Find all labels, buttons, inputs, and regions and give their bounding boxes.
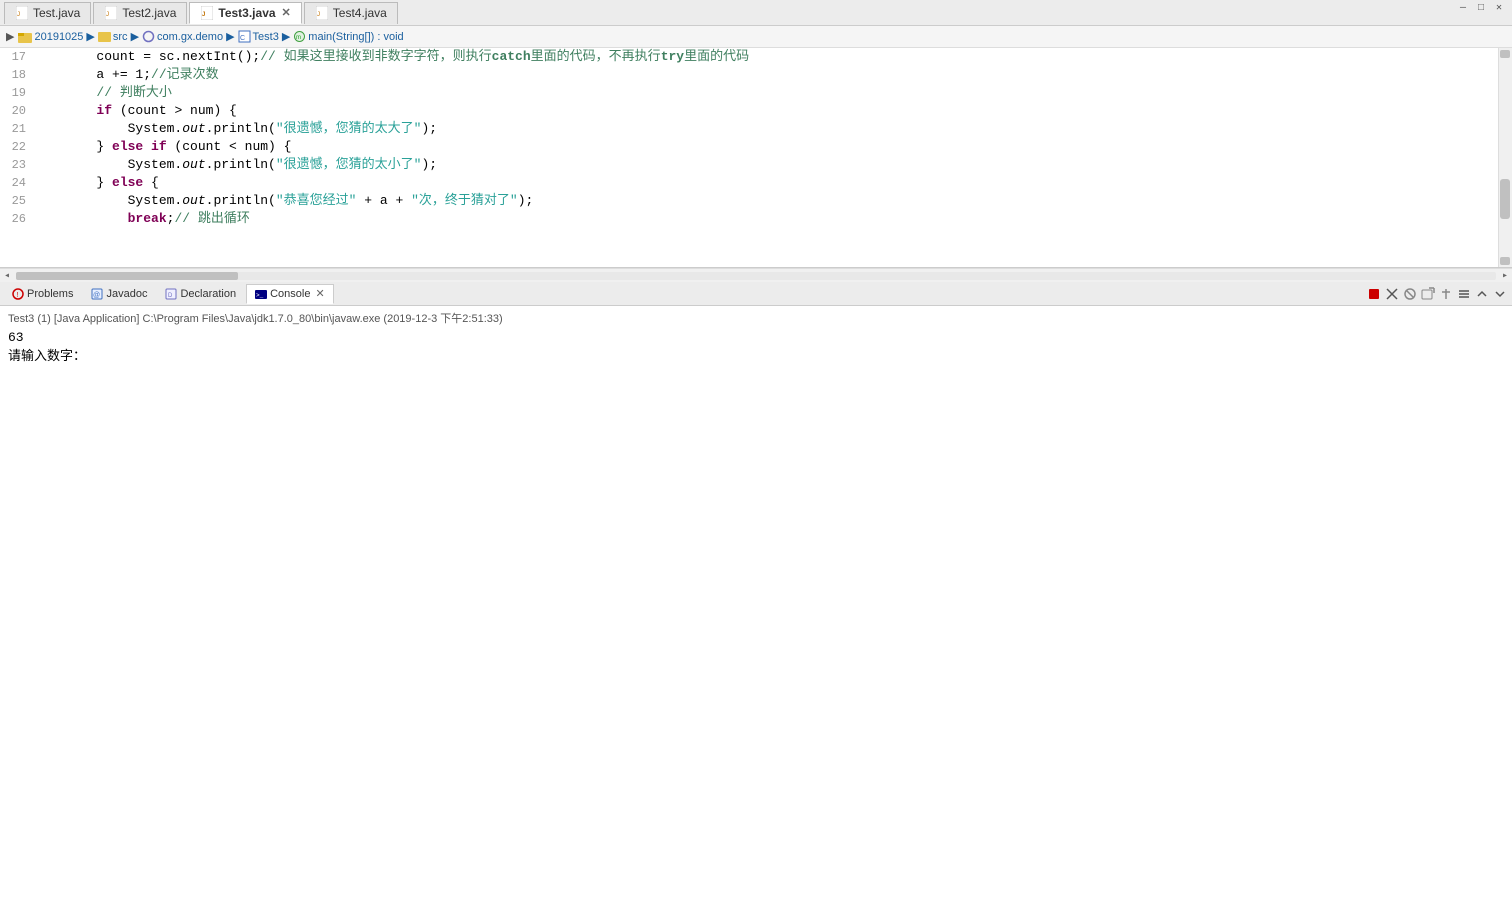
breadcrumb: ▶ 20191025 ▶ src ▶ com.gx.demo ▶ C Test3… (0, 26, 1512, 48)
javadoc-icon: @ (91, 288, 103, 300)
code-line-17: 17 count = sc.nextInt();// 如果这里接收到非数字字符，… (0, 48, 1498, 66)
editor-scroll[interactable]: 17 count = sc.nextInt();// 如果这里接收到非数字字符，… (0, 48, 1498, 267)
stop-button[interactable] (1366, 286, 1382, 302)
svg-text:>_: >_ (256, 292, 264, 299)
breadcrumb-sep-2: ▶ (131, 30, 139, 43)
breadcrumb-sep-3: ▶ (226, 30, 234, 43)
breadcrumb-item-2[interactable]: com.gx.demo (142, 30, 223, 43)
tab-test4-label: Test4.java (333, 6, 387, 20)
window-controls: — □ ✕ (1456, 2, 1506, 14)
tab-test3-close[interactable]: ✕ (282, 6, 291, 19)
console-toolbar (1366, 286, 1512, 302)
problems-icon: ! (12, 288, 24, 300)
h-scroll-track[interactable] (16, 272, 1496, 280)
tab-test4[interactable]: J Test4.java (304, 2, 398, 24)
code-line-23: 23 System.out.println("很遗憾，您猜的太小了"); (0, 156, 1498, 174)
scroll-right-btn[interactable]: ▸ (1498, 269, 1512, 283)
editor-vertical-scrollbar[interactable] (1498, 48, 1512, 267)
tab-test2-label: Test2.java (122, 6, 176, 20)
bottom-tab-console-close[interactable]: ✕ (315, 287, 324, 300)
bottom-tab-bar: ! Problems @ Javadoc D Declaration >_ (0, 282, 1512, 306)
code-line-19: 19 // 判断大小 (0, 84, 1498, 102)
scrollbar-thumb[interactable] (1500, 179, 1510, 219)
svg-text:!: ! (17, 292, 19, 299)
code-line-20: 20 if (count > num) { (0, 102, 1498, 120)
folder-icon (18, 30, 32, 44)
bottom-tab-console[interactable]: >_ Console ✕ (246, 284, 334, 304)
class-icon: C (238, 30, 251, 43)
breadcrumb-item-3[interactable]: C Test3 (238, 30, 279, 43)
declaration-icon: D (165, 288, 177, 300)
editor-tab-bar: J Test.java J Test2.java J Test3.java (0, 0, 1512, 26)
code-line-22: 22 } else if (count < num) { (0, 138, 1498, 156)
svg-text:J: J (106, 12, 109, 18)
tab-test3[interactable]: J Test3.java ✕ (189, 2, 301, 24)
code-line-21: 21 System.out.println("很遗憾，您猜的太大了"); (0, 120, 1498, 138)
code-line-25: 25 System.out.println("恭喜您经过" + a + "次，终… (0, 192, 1498, 210)
console-content: Test3 (1) [Java Application] C:\Program … (0, 306, 1512, 915)
scroll-left-btn[interactable]: ◂ (0, 269, 14, 283)
svg-text:J: J (317, 12, 320, 18)
code-line-18: 18 a += 1;//记录次数 (0, 66, 1498, 84)
maximize-panel-button[interactable] (1492, 286, 1508, 302)
new-console-button[interactable] (1420, 286, 1436, 302)
bottom-tab-declaration-label: Declaration (180, 288, 236, 300)
pin-button[interactable] (1438, 286, 1454, 302)
console-status-line: Test3 (1) [Java Application] C:\Program … (8, 310, 1504, 326)
code-line-24: 24 } else { (0, 174, 1498, 192)
java-file-icon-4: J (315, 6, 329, 20)
console-output-line2: 请输入数字： (8, 345, 1504, 364)
breadcrumb-sep-4: ▶ (282, 30, 290, 43)
bottom-tab-javadoc-label: Javadoc (106, 288, 147, 300)
bottom-tab-javadoc[interactable]: @ Javadoc (83, 284, 155, 304)
tab-test2[interactable]: J Test2.java (93, 2, 187, 24)
java-file-icon-3: J (200, 6, 214, 20)
h-scroll-thumb[interactable] (16, 272, 238, 280)
console-icon: >_ (255, 288, 267, 300)
main-layout: — □ ✕ J Test.java J Test2.java (0, 0, 1512, 915)
console-output: 63 请输入数字： (8, 330, 1504, 364)
close-win-btn[interactable]: ✕ (1492, 2, 1506, 14)
breadcrumb-sep-1: ▶ (86, 30, 94, 43)
tab-test1-label: Test.java (33, 6, 80, 20)
bottom-tab-problems[interactable]: ! Problems (4, 284, 81, 304)
bottom-tab-problems-label: Problems (27, 288, 73, 300)
method-icon: m (293, 30, 306, 43)
svg-text:J: J (17, 12, 20, 18)
bottom-tab-console-label: Console (270, 288, 310, 300)
java-file-icon-2: J (104, 6, 118, 20)
svg-text:m: m (296, 35, 301, 41)
tab-test3-label: Test3.java (218, 6, 275, 20)
code-line-26: 26 break;// 跳出循环 (0, 210, 1498, 228)
terminate-button[interactable] (1402, 286, 1418, 302)
svg-text:C: C (240, 35, 245, 42)
breadcrumb-item-0[interactable]: 20191025 (18, 30, 83, 44)
svg-text:J: J (202, 12, 205, 18)
tab-test1[interactable]: J Test.java (4, 2, 91, 24)
src-folder-icon (98, 30, 111, 43)
svg-text:D: D (168, 293, 173, 299)
breadcrumb-arrow: ▶ (6, 30, 14, 43)
minimize-win-btn[interactable]: — (1456, 3, 1470, 14)
package-icon (142, 30, 155, 43)
code-lines: 17 count = sc.nextInt();// 如果这里接收到非数字字符，… (0, 48, 1498, 228)
bottom-tab-declaration[interactable]: D Declaration (157, 284, 244, 304)
view-menu-button[interactable] (1456, 286, 1472, 302)
bottom-panel: ! Problems @ Javadoc D Declaration >_ (0, 282, 1512, 915)
java-file-icon: J (15, 6, 29, 20)
restore-win-btn[interactable]: □ (1474, 3, 1488, 14)
svg-text:@: @ (93, 292, 100, 299)
editor-horizontal-scrollbar[interactable]: ◂ ▸ (0, 268, 1512, 282)
console-output-line1: 63 (8, 330, 1504, 345)
breadcrumb-item-1[interactable]: src (98, 30, 128, 43)
close-console-button[interactable] (1384, 286, 1400, 302)
breadcrumb-item-4[interactable]: m main(String[]) : void (293, 30, 403, 43)
minimize-panel-button[interactable] (1474, 286, 1490, 302)
editor-area: 17 count = sc.nextInt();// 如果这里接收到非数字字符，… (0, 48, 1512, 268)
